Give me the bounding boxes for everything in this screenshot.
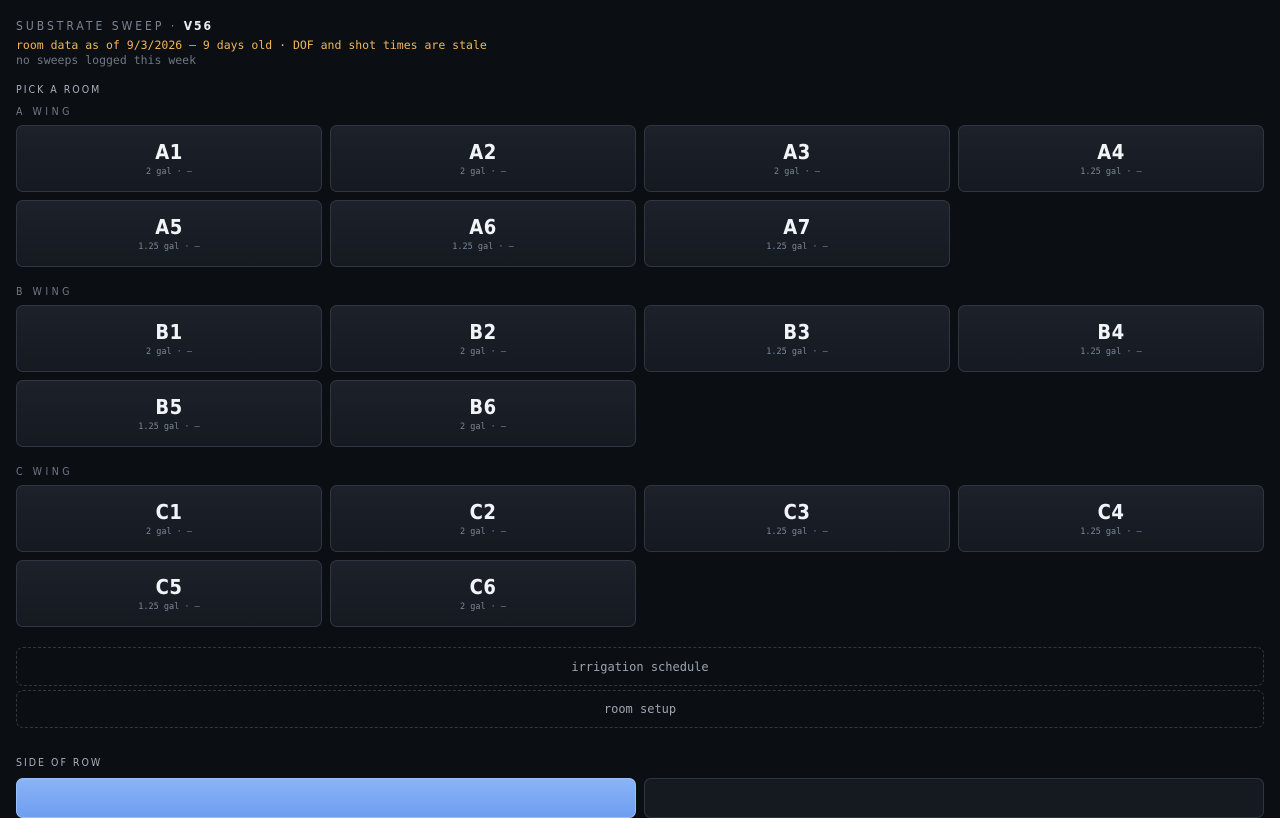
room-button-c5[interactable]: C5 1.25 gal · — [16,560,322,627]
app-title: SUBSTRATE SWEEP · V56 [16,19,213,33]
room-meta: 1.25 gal · — [766,346,828,357]
room-meta: 1.25 gal · — [766,241,828,252]
room-button-b3[interactable]: B3 1.25 gal · — [644,305,950,372]
room-button-b1[interactable]: B1 2 gal · — [16,305,322,372]
room-meta: 1.25 gal · — [1080,166,1142,177]
room-name: A7 [783,214,811,239]
room-setup-button[interactable]: room setup [16,690,1264,728]
room-name: B2 [469,319,497,344]
room-name: C6 [469,574,497,599]
room-grid-a: A1 2 gal · — A2 2 gal · — A3 2 gal · — A4 1.… [16,125,1264,267]
room-meta: 2 gal · — [459,601,507,612]
room-name: A2 [469,139,497,164]
room-name: A1 [155,139,183,164]
room-button-c1[interactable]: C1 2 gal · — [16,485,322,552]
wing-label-a: A WING [16,106,73,118]
room-button-c4[interactable]: C4 1.25 gal · — [958,485,1264,552]
room-button-a1[interactable]: A1 2 gal · — [16,125,322,192]
room-meta: 1.25 gal · — [138,421,200,432]
room-name: C3 [783,499,811,524]
sweep-status-note: no sweeps logged this week [16,53,197,67]
side-of-row-heading: SIDE OF ROW [16,757,103,769]
room-button-a6[interactable]: A6 1.25 gal · — [330,200,636,267]
room-name: B4 [1097,319,1125,344]
wing-label-b: B WING [16,286,73,298]
room-button-c3[interactable]: C3 1.25 gal · — [644,485,950,552]
room-name: A3 [783,139,811,164]
room-grid-c: C1 2 gal · — C2 2 gal · — C3 1.25 gal · — C… [16,485,1264,627]
irrigation-schedule-button[interactable]: irrigation schedule [16,647,1264,686]
room-button-b4[interactable]: B4 1.25 gal · — [958,305,1264,372]
room-meta: 1.25 gal · — [138,241,200,252]
room-grid-b: B1 2 gal · — B2 2 gal · — B3 1.25 gal · — B… [16,305,1264,447]
room-meta: 1.25 gal · — [452,241,514,252]
room-meta: 2 gal · — [773,166,821,177]
room-meta: 1.25 gal · — [1080,526,1142,537]
app-name: SUBSTRATE SWEEP · [16,19,178,33]
room-meta: 2 gal · — [459,526,507,537]
room-button-a5[interactable]: A5 1.25 gal · — [16,200,322,267]
room-name: B6 [469,394,497,419]
stale-data-warning: room data as of 9/3/2026 — 9 days old · … [16,38,487,52]
room-meta: 2 gal · — [459,421,507,432]
room-meta: 1.25 gal · — [766,526,828,537]
room-name: C2 [469,499,497,524]
room-name: C5 [155,574,183,599]
room-meta: 2 gal · — [145,166,193,177]
room-name: B3 [783,319,811,344]
side-of-row-option-right[interactable] [644,778,1264,818]
room-name: A6 [469,214,497,239]
room-name: A4 [1097,139,1125,164]
room-button-c2[interactable]: C2 2 gal · — [330,485,636,552]
version-label: V56 [183,19,214,33]
room-button-b2[interactable]: B2 2 gal · — [330,305,636,372]
side-of-row-option-left[interactable] [16,778,636,818]
room-name: A5 [155,214,183,239]
room-name: B1 [155,319,183,344]
room-button-a2[interactable]: A2 2 gal · — [330,125,636,192]
room-meta: 2 gal · — [459,166,507,177]
room-meta: 2 gal · — [459,346,507,357]
room-button-b5[interactable]: B5 1.25 gal · — [16,380,322,447]
room-name: B5 [155,394,183,419]
room-button-a4[interactable]: A4 1.25 gal · — [958,125,1264,192]
wing-label-c: C WING [16,466,74,478]
room-button-c6[interactable]: C6 2 gal · — [330,560,636,627]
room-button-a7[interactable]: A7 1.25 gal · — [644,200,950,267]
room-button-a3[interactable]: A3 2 gal · — [644,125,950,192]
room-name: C4 [1097,499,1125,524]
room-name: C1 [155,499,183,524]
room-meta: 1.25 gal · — [1080,346,1142,357]
room-meta: 2 gal · — [145,526,193,537]
room-meta: 2 gal · — [145,346,193,357]
room-meta: 1.25 gal · — [138,601,200,612]
pick-room-heading: PICK A ROOM [16,84,102,96]
room-button-b6[interactable]: B6 2 gal · — [330,380,636,447]
